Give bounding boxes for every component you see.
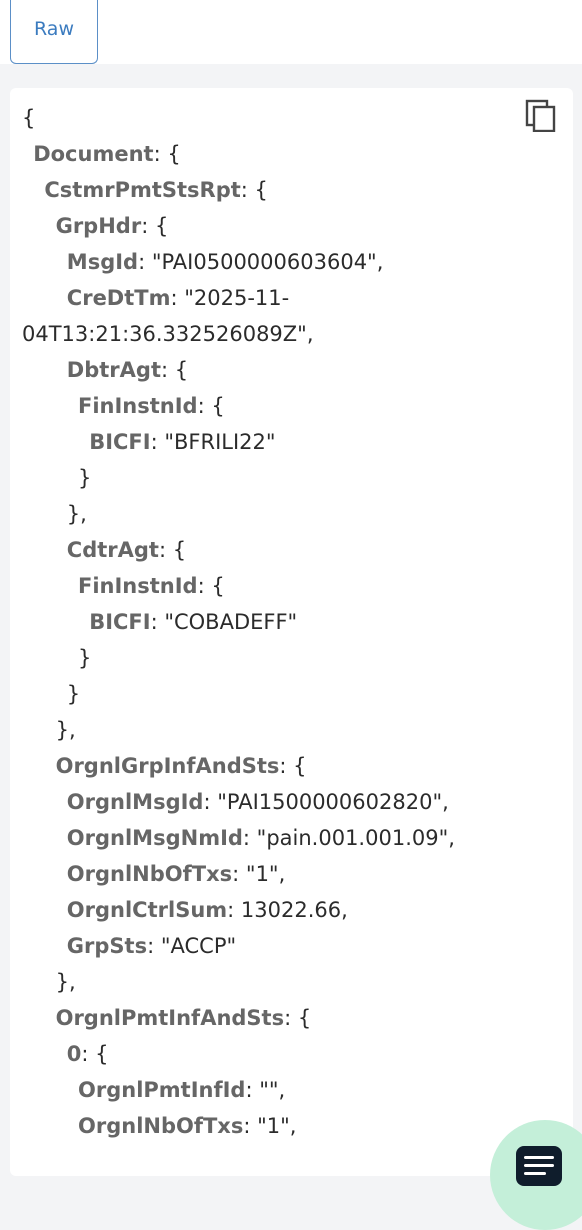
json-line: 0: { [67,1036,109,1072]
json-line: OrgnlCtrlSum: 13022.66, [67,892,348,928]
json-value: : "pain.001.001.09", [242,826,455,850]
json-value: : "PAI0500000603604", [138,250,384,274]
json-line: GrpSts: "ACCP" [67,928,236,964]
json-value: : 13022.66, [227,898,348,922]
json-key: OrgnlNbOfTxs [66,862,233,886]
copy-icon [525,99,556,133]
json-key: DbtrAgt [66,358,161,382]
json-line: BICFI: "COBADEFF" [89,604,297,640]
json-line: } [67,676,80,712]
json-value: : { [197,574,225,598]
json-line: OrgnlGrpInfAndSts: { [56,748,307,784]
json-key: OrgnlPmtInfId [78,1078,246,1102]
copy-button[interactable] [524,98,558,133]
json-key: BICFI [89,430,151,454]
json-line: }, [67,496,87,532]
json-key: OrgnlMsgNmId [66,826,243,850]
json-line: OrgnlPmtInfAndSts: { [56,1000,312,1036]
json-line: Document: { [33,136,181,172]
top-bar: Raw [0,0,582,64]
json-value: 04T13:21:36.332526089Z", [22,322,314,346]
json-line: GrpHdr: { [56,208,169,244]
json-line: FinInstnId: { [78,568,225,604]
json-value: : "", [245,1078,286,1102]
json-line: OrgnlPmtInfId: "", [78,1072,285,1108]
json-line: } [78,640,91,676]
json-value: }, [55,970,76,994]
json-line: MsgId: "PAI0500000603604", [67,244,384,280]
json-value: : { [153,142,181,166]
json-line: CreDtTm: "2025-11- [67,280,289,316]
json-key: FinInstnId [78,394,198,418]
json-value: : { [81,1042,109,1066]
json-key: GrpHdr [55,214,142,238]
json-value: : { [197,394,225,418]
json-key: 0 [66,1042,82,1066]
menu-lines-icon [524,1156,554,1175]
json-key: CstmrPmtStsRpt [44,178,241,202]
json-line: } [78,460,91,496]
json-line: FinInstnId: { [78,388,225,424]
json-value: : { [141,214,169,238]
json-line: OrgnlNbOfTxs: "1", [67,856,285,892]
json-line: CstmrPmtStsRpt: { [44,172,268,208]
json-line: OrgnlNbOfTxs: "1", [78,1108,296,1144]
json-key: MsgId [66,250,139,274]
json-value: : { [284,1006,312,1030]
json-value: }, [55,718,76,742]
json-value: }, [66,502,87,526]
json-line: DbtrAgt: { [67,352,188,388]
json-line: OrgnlMsgId: "PAI1500000602820", [67,784,449,820]
json-key: OrgnlCtrlSum [66,898,228,922]
json-line: CdtrAgt: { [67,532,186,568]
json-line: OrgnlMsgNmId: "pain.001.001.09", [67,820,455,856]
json-key: GrpSts [66,934,148,958]
json-value: : "PAI1500000602820", [203,790,449,814]
json-value: : "1", [232,862,286,886]
json-value: } [78,646,92,670]
json-value: : { [240,178,268,202]
tab-raw-label: Raw [34,18,74,40]
json-key: OrgnlGrpInfAndSts [55,754,280,778]
json-value: : { [279,754,307,778]
json-value: : "BFRILI22" [150,430,276,454]
tab-raw[interactable]: Raw [10,0,98,64]
json-key: Document [33,142,154,166]
json-value: : { [160,358,189,382]
json-key: OrgnlMsgId [66,790,204,814]
json-line: BICFI: "BFRILI22" [89,424,275,460]
json-key: BICFI [89,610,151,634]
json-value: } [66,682,81,706]
json-value: : "COBADEFF" [150,610,298,634]
json-line: }, [56,964,76,1000]
json-value: : "1", [243,1114,297,1138]
json-key: OrgnlNbOfTxs [78,1114,244,1138]
json-key: FinInstnId [78,574,198,598]
json-value: : "2025-11- [170,286,290,310]
json-line: { [22,100,35,136]
json-line: }, [56,712,76,748]
json-key: CreDtTm [66,286,171,310]
json-value: { [22,106,36,130]
json-line: 04T13:21:36.332526089Z", [22,316,314,352]
json-key: OrgnlPmtInfAndSts [55,1006,285,1030]
fab-icon-container[interactable] [516,1146,562,1186]
json-value: : "ACCP" [147,934,237,958]
json-value: : { [158,538,187,562]
json-value: } [78,466,92,490]
json-key: CdtrAgt [66,538,159,562]
